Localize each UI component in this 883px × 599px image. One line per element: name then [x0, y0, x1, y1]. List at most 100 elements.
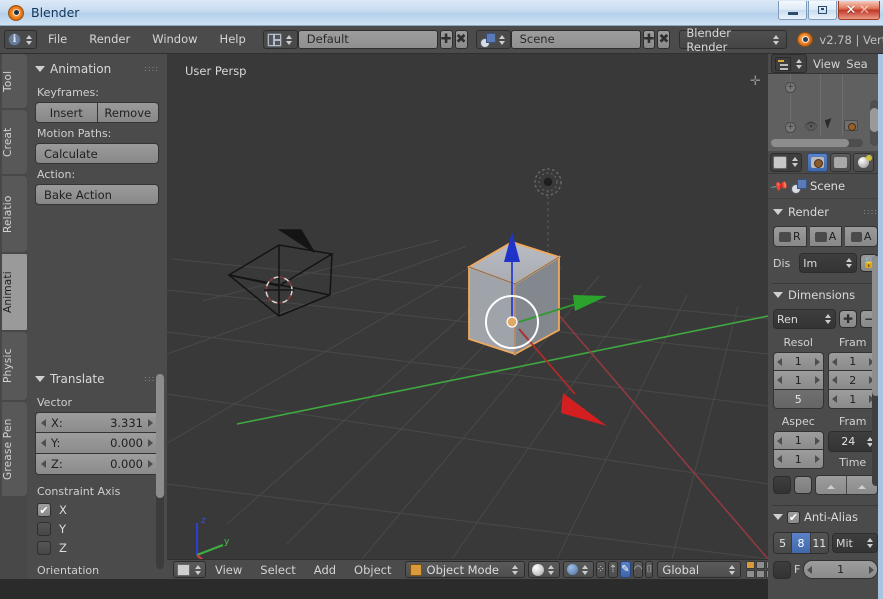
calculate-paths-button[interactable]: Calculate — [35, 143, 159, 164]
antialiasing-panel-header[interactable]: Anti-Alias — [768, 508, 883, 529]
time-remap-new-button[interactable] — [794, 476, 812, 494]
render-preset-selector[interactable]: Ren — [773, 309, 836, 329]
display-mode-selector[interactable]: Im — [799, 253, 857, 273]
sidebar-item-grease-pencil[interactable]: Grease Pen — [2, 402, 27, 496]
remove-keyframe-button[interactable]: Remove — [97, 102, 159, 123]
sidebar-item-animation[interactable]: Animati — [2, 254, 29, 330]
viewport-menu-object[interactable]: Object — [345, 563, 400, 577]
aa-filter-selector[interactable]: Mit — [832, 533, 878, 553]
outliner-menu-view[interactable]: View — [813, 57, 840, 71]
frame-end-field[interactable]: 2 — [827, 371, 878, 390]
manipulator-rotate-button[interactable]: ✎ — [620, 561, 631, 578]
editor-type-selector-outliner[interactable] — [771, 54, 807, 73]
translate-panel-header[interactable]: Translate :::: — [35, 370, 159, 392]
resolution-x-field[interactable]: 1 — [773, 352, 824, 371]
checkbox-y-icon[interactable] — [37, 522, 51, 536]
visibility-eye-icon[interactable]: 👁 — [804, 120, 818, 133]
viewport-menu-view[interactable]: View — [206, 563, 251, 577]
editor-type-selector-3dview[interactable] — [173, 561, 206, 578]
close-button[interactable]: ✕ ✕ — [838, 1, 880, 20]
toolshelf-scrollbar[interactable] — [156, 374, 164, 569]
vector-z-field[interactable]: Z: 0.000 — [35, 454, 159, 475]
dimensions-panel-header[interactable]: Dimensions — [768, 286, 883, 306]
screen-layout-name-field[interactable]: Default — [297, 30, 438, 49]
render-image-button[interactable]: R — [773, 226, 807, 247]
snap-magnet-button[interactable]: ⌷ — [645, 561, 654, 578]
transform-orientation-selector[interactable]: Global — [657, 561, 742, 578]
constraint-axis-x-row[interactable]: X — [37, 503, 159, 517]
layer-cell[interactable] — [746, 570, 756, 578]
layer-cell[interactable] — [746, 561, 756, 569]
aa-samples-11[interactable]: 11 — [809, 533, 828, 553]
delete-screen-layout-button[interactable]: ✖ — [454, 30, 468, 49]
viewport-expand-icon[interactable]: ✛ — [749, 75, 762, 89]
menu-render[interactable]: Render — [78, 30, 141, 49]
outliner-hscrollbar[interactable] — [771, 139, 863, 147]
screen-layout-selector[interactable] — [262, 30, 298, 49]
layer-cell[interactable] — [756, 561, 766, 569]
menu-help[interactable]: Help — [209, 30, 257, 49]
manipulator-toggle-button[interactable]: ⁘ — [595, 561, 606, 578]
maximize-button[interactable] — [808, 1, 837, 20]
layer-cell[interactable] — [756, 570, 766, 578]
checkbox-x-icon[interactable] — [37, 503, 51, 517]
render-audio-button[interactable]: A — [845, 226, 879, 247]
sidebar-item-relations[interactable]: Relatio — [2, 176, 27, 252]
manipulator-translate-button[interactable]: ⇡ — [607, 561, 619, 578]
add-preset-button[interactable]: ✚ — [839, 310, 857, 328]
sidebar-item-create[interactable]: Creat — [2, 110, 27, 174]
menu-window[interactable]: Window — [141, 30, 208, 49]
resolution-percent-field[interactable]: 5 — [773, 390, 824, 409]
vector-y-field[interactable]: Y: 0.000 — [35, 433, 159, 454]
outliner-expand-icon[interactable]: + — [785, 82, 796, 93]
resolution-y-field[interactable]: 1 — [773, 371, 824, 390]
minimize-button[interactable] — [778, 1, 807, 20]
pin-icon[interactable]: 📌 — [769, 176, 789, 196]
checkbox-z-icon[interactable] — [37, 541, 51, 555]
animation-panel-header[interactable]: Animation :::: — [35, 60, 159, 82]
outliner-menu-search[interactable]: Sea — [846, 57, 867, 71]
time-remap-left-field[interactable] — [816, 476, 846, 494]
add-scene-button[interactable]: ✚ — [642, 30, 656, 49]
constraint-axis-y-row[interactable]: Y — [37, 522, 159, 536]
antialiasing-checkbox[interactable] — [787, 510, 800, 524]
outliner-body[interactable]: + + 👁 — [768, 74, 883, 151]
full-sample-checkbox[interactable] — [773, 560, 791, 579]
viewport-menu-select[interactable]: Select — [251, 563, 304, 577]
interaction-mode-selector[interactable]: Object Mode — [404, 561, 525, 578]
manipulator-scale-button[interactable]: ◠ — [632, 561, 644, 578]
camera-data-icon[interactable] — [844, 120, 858, 131]
tab-render[interactable] — [807, 152, 828, 172]
time-remap-old-button[interactable] — [773, 476, 791, 494]
sidebar-item-tools[interactable]: Tool — [2, 54, 27, 108]
render-panel-header[interactable]: Render :::: — [768, 199, 883, 223]
constraint-axis-z-row[interactable]: Z — [37, 541, 159, 555]
aa-samples-8[interactable]: 8 — [791, 533, 810, 553]
tab-scene[interactable] — [853, 152, 874, 172]
delete-scene-button[interactable]: ✖ — [657, 30, 671, 49]
render-engine-selector[interactable]: Blender Render — [679, 26, 788, 54]
vector-x-field[interactable]: X: 3.331 — [35, 412, 159, 433]
menu-file[interactable]: File — [37, 30, 78, 49]
layer-group-left[interactable] — [746, 561, 768, 578]
viewport-shading-selector[interactable] — [527, 561, 560, 578]
editor-type-selector-properties[interactable] — [770, 152, 802, 172]
outliner-expand-icon[interactable]: + — [785, 122, 796, 133]
viewport-menu-add[interactable]: Add — [305, 563, 345, 577]
aspect-y-field[interactable]: 1 — [773, 450, 824, 469]
pivot-point-selector[interactable] — [562, 561, 594, 578]
scene-layers-grid[interactable] — [746, 561, 768, 578]
insert-keyframe-button[interactable]: Insert — [35, 102, 98, 123]
scene-name-field[interactable]: Scene — [510, 30, 641, 49]
frame-step-field[interactable]: 1 — [827, 390, 878, 409]
add-screen-layout-button[interactable]: ✚ — [439, 30, 453, 49]
3d-viewport[interactable]: User Persp ✛ (1) Cube z y x View Select — [167, 54, 768, 579]
sidebar-item-physics[interactable]: Physic — [2, 332, 27, 400]
bake-action-button[interactable]: Bake Action — [35, 184, 159, 205]
frame-rate-selector[interactable]: 24 — [827, 431, 878, 452]
frame-start-field[interactable]: 1 — [827, 352, 878, 371]
aa-samples-5[interactable]: 5 — [774, 533, 792, 553]
scene-selector[interactable] — [475, 30, 511, 49]
aa-samples-segmented[interactable]: 5 8 11 — [773, 532, 829, 554]
editor-type-selector-info[interactable]: i — [4, 30, 37, 49]
